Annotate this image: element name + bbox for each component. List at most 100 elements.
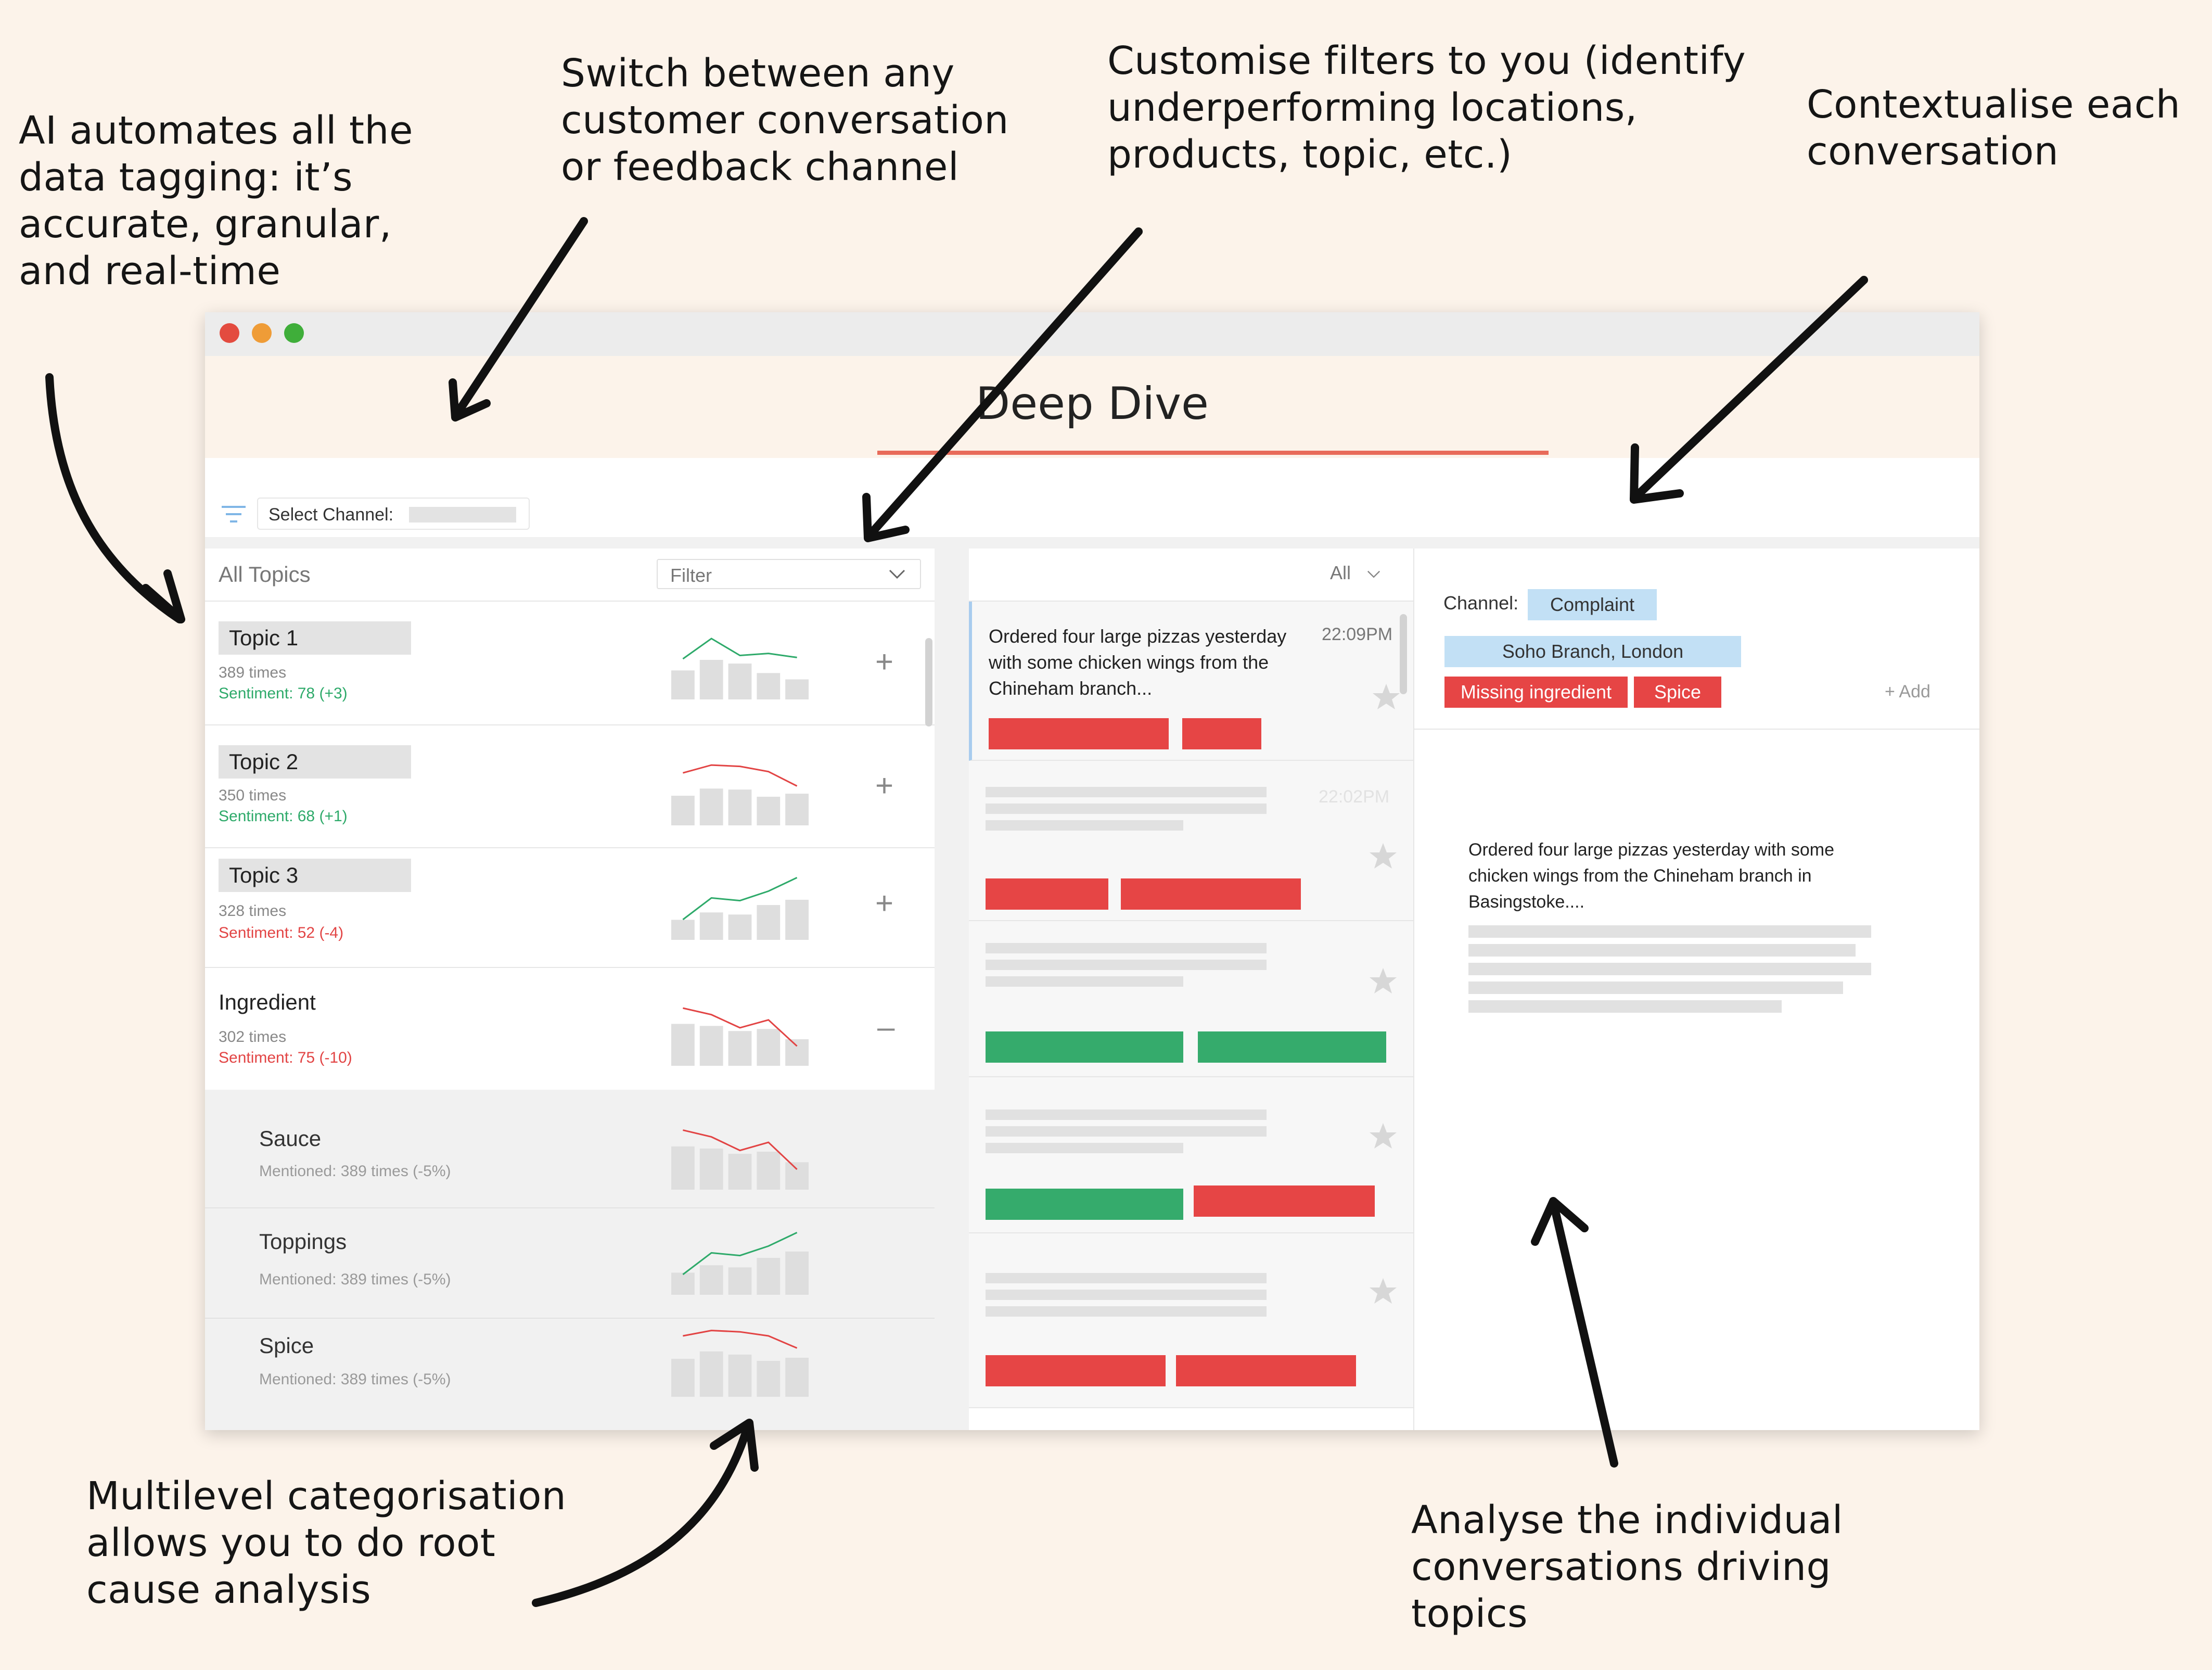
chevron-down-icon[interactable] [1365,569,1382,580]
conversation-message: Ordered four large pizzas yesterday with… [1468,840,1834,912]
subtopic-row-spice[interactable]: Spice Mentioned: 389 times (-5%) [205,1319,935,1430]
star-icon[interactable] [1369,1277,1398,1305]
topic-trend-chart [671,764,809,825]
conversation-tag [1198,1031,1386,1063]
topic-name: Ingredient [219,990,316,1014]
conversation-tag [1194,1185,1375,1217]
expand-topic-button[interactable]: + [875,888,893,919]
star-icon[interactable] [1369,842,1398,870]
text-placeholder [1468,925,1871,938]
subtopic-row-toppings[interactable]: Toppings Mentioned: 389 times (-5%) [205,1208,935,1319]
expand-topic-button[interactable]: + [875,646,893,678]
trend-bar [728,664,752,699]
trend-bar [757,1361,781,1397]
text-placeholder [986,1143,1183,1153]
topics-panel-header: All Topics Filter [205,549,935,602]
subtopic-meta: Mentioned: 389 times (-5%) [259,1271,451,1288]
conversations-panel-header: All [969,549,1413,602]
trend-bar [699,1026,723,1066]
conversation-item[interactable] [969,1233,1413,1408]
trend-bar [785,899,809,940]
trend-bar [728,1154,752,1190]
trend-bar [699,912,723,940]
topic-count: 302 times [219,1028,287,1046]
conversation-item[interactable]: 22:02PM [969,761,1413,921]
trend-bar [757,673,781,699]
star-icon[interactable] [1369,1122,1398,1150]
topic-name: Topic 1 [229,626,299,650]
channel-badge[interactable]: Complaint [1528,589,1657,620]
tag-missing-ingredient[interactable]: Missing ingredient [1444,677,1628,708]
conversation-tag [986,1189,1183,1220]
page-header: Deep Dive [205,356,1979,458]
trend-bar [757,1151,781,1190]
add-tag-button[interactable]: + Add [1885,682,1930,702]
maximize-window-button[interactable] [284,323,304,343]
conversation-time: 22:09PM [1322,624,1393,644]
trend-bar [728,1031,752,1066]
location-badge[interactable]: Soho Branch, London [1444,636,1741,667]
subtopic-row-sauce[interactable]: Sauce Mentioned: 389 times (-5%) [205,1091,935,1208]
trend-bar [699,1148,723,1190]
text-placeholder [986,804,1267,814]
annotation-switch-channel: Switch between any customer conversation… [561,51,1009,189]
trend-bar [671,920,695,940]
star-icon[interactable] [1369,967,1398,995]
topic-row-topic-1[interactable]: Topic 1 389 times Sentiment: 78 (+3) + [205,602,935,725]
topic-row-ingredient[interactable]: Ingredient 302 times Sentiment: 75 (-10)… [205,968,935,1090]
chevron-down-icon [889,569,905,579]
trend-bar [785,794,809,825]
conversation-filter-label[interactable]: All [1330,562,1351,584]
collapse-topic-button[interactable]: – [877,1012,894,1043]
conversation-item[interactable] [969,1077,1413,1233]
arrow-icon [532,1421,752,1607]
star-icon[interactable] [1372,683,1401,711]
text-placeholder [986,1273,1267,1283]
channel-select[interactable]: Select Channel: [257,498,530,530]
topic-trend-chart [671,638,809,699]
conversations-scrollbar[interactable] [1400,614,1407,694]
topic-trend-chart [671,877,809,940]
text-placeholder [986,976,1183,987]
topic-row-topic-3[interactable]: Topic 3 328 times Sentiment: 52 (-4) + [205,848,935,968]
text-placeholder [986,1306,1267,1317]
conversation-item[interactable] [969,921,1413,1077]
topic-count: 389 times [219,664,287,681]
annotation-analyse: Analyse the individual conversations dri… [1411,1498,1843,1636]
topics-scrollbar[interactable] [925,638,932,726]
topic-sentiment: Sentiment: 78 (+3) [219,685,348,702]
expand-topic-button[interactable]: + [875,770,893,801]
topic-row-topic-2[interactable]: Topic 2 350 times Sentiment: 68 (+1) + [205,725,935,848]
subtopic-name: Spice [259,1333,314,1358]
trend-bar [785,1251,809,1295]
topic-count: 328 times [219,902,287,920]
trend-bar [671,1024,695,1066]
conversation-preview: Ordered four large pizzas yesterday with… [989,626,1287,699]
tag-spice[interactable]: Spice [1634,677,1721,708]
annotation-customise-filters: Customise filters to you (identify under… [1107,39,1746,177]
subtopic-meta: Mentioned: 389 times (-5%) [259,1163,451,1180]
subtopic-trend-chart [671,1129,809,1190]
channel-select-label: Select Channel: [268,505,394,525]
topics-panel: All Topics Filter Topic 1 389 times Sent… [205,549,935,1430]
text-placeholder [1468,1000,1782,1013]
sentiment-trend-line [682,638,797,660]
topic-count: 350 times [219,787,287,804]
trend-bar [757,1258,781,1295]
conversations-panel: All Ordered four large pizzas yesterday … [969,549,1416,1430]
text-placeholder [986,1110,1267,1120]
filter-icon[interactable] [221,504,247,525]
text-placeholder [986,960,1267,970]
text-placeholder [1468,944,1856,957]
conversation-item[interactable]: Ordered four large pizzas yesterday with… [969,602,1416,761]
trend-bar [785,1039,809,1066]
channel-bar: Select Channel: [205,458,1979,537]
close-window-button[interactable] [220,323,239,343]
topic-name: Topic 3 [229,863,299,887]
conversation-tag [986,1031,1183,1063]
sentiment-trend-line [683,764,798,787]
text-placeholder [1468,981,1843,994]
filter-dropdown[interactable]: Filter [657,559,921,589]
annotation-multilevel: Multilevel categorisation allows you to … [86,1474,567,1612]
minimize-window-button[interactable] [252,323,272,343]
